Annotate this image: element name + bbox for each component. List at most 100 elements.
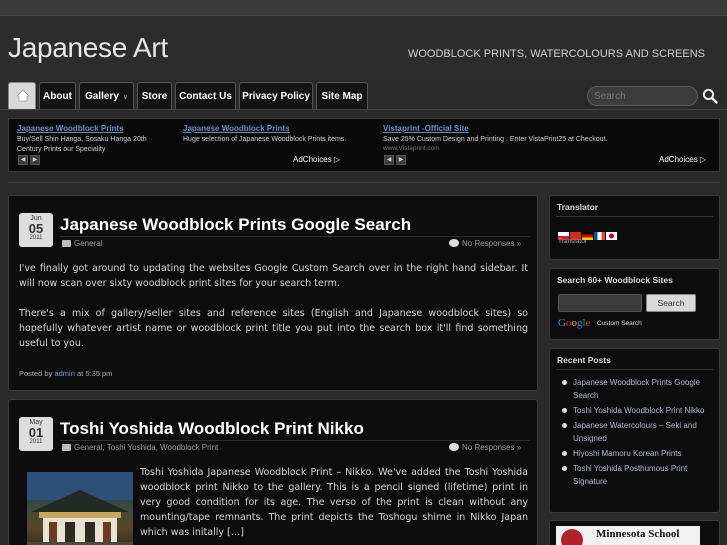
recent-posts-widget: Recent Posts Japanese Woodblock Prints G… (549, 348, 720, 513)
post-category-label: General, Toshi Yoshida, Woodblock Print (74, 443, 219, 452)
post-byline: Posted by admin at 5:35 pm (19, 369, 112, 378)
ad-text: Save 25% Custom Design and Printing . En… (383, 136, 608, 143)
nav-contact[interactable]: Contact Us (175, 82, 236, 109)
nav-about-label: About (43, 91, 72, 102)
recent-post-link[interactable]: Japanese Woodblock Prints Google Search (560, 376, 715, 402)
post-thumbnail[interactable] (27, 472, 133, 545)
custom-search-button[interactable]: Search (646, 294, 696, 312)
top-strip (0, 0, 727, 16)
divider (556, 216, 713, 217)
post-category-label: General (74, 239, 103, 248)
ad-url: www.Vistaprint.com (383, 145, 440, 152)
ad-title[interactable]: Japanese Woodblock Prints (183, 124, 353, 133)
post-category[interactable]: General (62, 239, 102, 248)
search-input[interactable] (587, 86, 698, 106)
shrine-image (27, 472, 133, 545)
byline-prefix: Posted by (19, 369, 53, 378)
nav-home[interactable] (8, 82, 36, 109)
post-date-day: 01 (28, 425, 44, 440)
post-date-year: 2011 (29, 235, 43, 241)
widget-title: Search 60+ Woodblock Sites (557, 275, 673, 285)
comment-bubble-icon (449, 239, 459, 247)
sidebar-ad-text: Minnesota School (596, 528, 680, 540)
sidebar-ad[interactable]: Minnesota School (556, 526, 700, 545)
nav-store-label: Store (141, 91, 168, 102)
adchoices-link[interactable]: AdChoices ▷ (659, 155, 706, 164)
recent-posts-list: Japanese Woodblock Prints Google Search … (560, 376, 715, 490)
ad-title[interactable]: Japanese Woodblock Prints (17, 124, 172, 133)
google-logo: Google (558, 317, 591, 329)
chevron-down-icon: ∨ (122, 94, 129, 101)
nav-privacy-label: Privacy Policy (242, 91, 310, 102)
divider (556, 369, 713, 370)
flag-icon[interactable] (594, 232, 605, 240)
nav-privacy[interactable]: Privacy Policy (239, 82, 313, 109)
folder-icon (62, 444, 71, 451)
ad-banner: Japanese Woodblock Prints Buy/Sell Shin … (8, 118, 720, 172)
post-comments-label: No Responses » (462, 239, 522, 248)
ad-prev-button[interactable]: ◀ (384, 155, 394, 165)
post-date: May 01 2011 (19, 417, 53, 451)
recent-post-link[interactable]: Toshi Yoshida Posthumous Print Signature (560, 462, 715, 488)
post-date-year: 2011 (29, 439, 43, 445)
divider (8, 182, 720, 183)
ad-text: Buy/Sell Shin Hanga, Sosaku Hanga 20th C… (17, 136, 147, 153)
post-excerpt: Toshi Yoshida Japanese Woodblock Print –… (140, 467, 528, 538)
post-comments-link[interactable]: No Responses » (449, 443, 521, 452)
nav-about[interactable]: About (39, 82, 76, 109)
author-link[interactable]: admin (54, 369, 74, 378)
site-tagline: WOODBLOCK PRINTS, WATERCOLOURS AND SCREE… (407, 48, 705, 60)
custom-search-label: Custom Search (597, 320, 642, 327)
translator-widget: Translator Translator (549, 195, 720, 260)
byline-time: at 5:35 pm (76, 369, 113, 378)
nav-sitemap[interactable]: Site Map (316, 82, 368, 109)
widget-title: Translator (557, 202, 599, 212)
school-logo-icon (561, 529, 583, 545)
recent-post-link[interactable]: Japanese Watercolours – Seki and Unsigne… (560, 419, 715, 445)
post-comments-link[interactable]: No Responses » (449, 239, 521, 248)
post-date: Jun 05 2011 (19, 213, 53, 247)
ad-next-button[interactable]: ▶ (30, 155, 40, 165)
ad-prev-button[interactable]: ◀ (18, 155, 28, 165)
nav-store[interactable]: Store (137, 82, 172, 109)
adchoices-icon: ▷ (699, 155, 707, 164)
folder-icon (62, 240, 71, 247)
home-icon (16, 89, 30, 102)
adchoices-link[interactable]: AdChoices ▷ (293, 155, 340, 164)
ad-title[interactable]: Vistaprint -Official Site (383, 124, 643, 133)
post-paragraph: There's a mix of gallery/seller sites an… (19, 308, 528, 349)
recent-post-link[interactable]: Toshi Yoshida Woodblock Print Nikko (560, 404, 715, 417)
meta-divider (60, 236, 530, 237)
flag-icon[interactable] (606, 232, 617, 240)
search-icon[interactable] (702, 88, 718, 104)
post-category[interactable]: General, Toshi Yoshida, Woodblock Print (62, 443, 218, 452)
site-title[interactable]: Japanese Art (8, 32, 168, 64)
custom-search-widget: Search 60+ Woodblock Sites Search Google… (549, 268, 720, 340)
post-title[interactable]: Japanese Woodblock Prints Google Search (60, 215, 411, 235)
ad-unit[interactable]: Japanese Woodblock Prints Buy/Sell Shin … (17, 124, 172, 155)
recent-post-link[interactable]: Hiyoshi Mamoru Korean Prints (560, 447, 715, 460)
nav-contact-label: Contact Us (179, 91, 232, 102)
nav-sitemap-label: Site Map (321, 91, 363, 102)
translator-label: Translator (558, 238, 588, 245)
ad-unit[interactable]: Japanese Woodblock Prints Huge selection… (183, 124, 353, 145)
post-paragraph: I've finally got around to updating the … (19, 263, 528, 289)
widget-title: Recent Posts (557, 355, 611, 365)
post: Jun 05 2011 Japanese Woodblock Prints Go… (8, 195, 538, 391)
ad-unit[interactable]: Vistaprint -Official Site Save 25% Custo… (383, 124, 643, 152)
nav-gallery-label: Gallery (84, 91, 119, 102)
post-comments-label: No Responses » (462, 443, 522, 452)
post-title[interactable]: Toshi Yoshida Woodblock Print Nikko (60, 419, 364, 439)
adchoices-icon: ▷ (333, 155, 341, 164)
nav-gallery[interactable]: Gallery ∨ (79, 82, 134, 109)
ad-text: Huge selection of Japanese Woodblock Pri… (183, 136, 347, 143)
custom-search-input[interactable] (558, 294, 642, 312)
adchoices-label: AdChoices (659, 155, 698, 164)
post-date-day: 05 (28, 221, 44, 236)
adchoices-label: AdChoices (293, 155, 332, 164)
comment-bubble-icon (449, 443, 459, 451)
post: May 01 2011 Toshi Yoshida Woodblock Prin… (8, 399, 538, 545)
site-header: Japanese Art WOODBLOCK PRINTS, WATERCOLO… (0, 16, 727, 80)
meta-divider (60, 440, 530, 441)
ad-next-button[interactable]: ▶ (396, 155, 406, 165)
